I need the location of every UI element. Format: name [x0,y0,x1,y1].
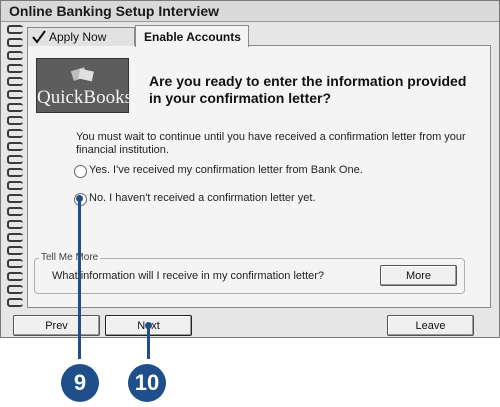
spiral-ring [5,101,25,112]
step-callout-9: 9 [61,364,99,402]
tab-enable-accounts[interactable]: Enable Accounts [135,25,249,47]
spiral-ring [5,140,25,151]
radio-received-letter[interactable] [74,165,87,178]
logo-text: QuickBooks [37,87,132,108]
option-label-no[interactable]: No. I haven't received a confirmation le… [89,192,316,204]
spiral-ring [5,49,25,60]
prev-button[interactable]: Prev [13,315,100,336]
tab-label: Enable Accounts [144,29,241,44]
option-label-yes[interactable]: Yes. I've received my confirmation lette… [89,164,363,176]
spiral-ring [5,270,25,281]
window-title: Online Banking Setup Interview [9,3,220,19]
spiral-ring [5,257,25,268]
spiral-ring [5,166,25,177]
leave-button-label: Leave [415,319,446,332]
info-text: You must wait to continue until you have… [76,131,466,156]
spiral-ring [5,153,25,164]
callout-10-leader [147,326,150,359]
spiral-ring [5,88,25,99]
spiral-ring [5,114,25,125]
spiral-ring [5,231,25,242]
callout-number: 10 [134,370,160,395]
tell-me-more-question: What information will I receive in my co… [52,270,325,282]
spiral-ring [5,192,25,203]
spiral-ring [5,62,25,73]
spiral-ring [5,244,25,255]
callout-number: 9 [73,370,87,395]
tab-label: Apply Now [49,30,107,44]
spiral-ring [5,205,25,216]
spiral-ring [5,127,25,138]
checkmark-icon [32,30,46,44]
tab-apply-now[interactable]: Apply Now [27,27,135,46]
more-button-label: More [405,269,432,282]
leave-button[interactable]: Leave [387,315,474,336]
callout-9-leader [78,197,81,359]
tell-me-more-legend: Tell Me More [39,252,101,263]
spiral-ring [5,179,25,190]
step-callout-10: 10 [128,364,166,402]
checks-icon [70,67,94,82]
spiral-ring [5,36,25,47]
title-bar: Online Banking Setup Interview [1,1,499,22]
spiral-ring [5,218,25,229]
prev-button-label: Prev [45,319,68,332]
more-button[interactable]: More [380,265,457,286]
interview-question: Are you ready to enter the information p… [149,73,467,106]
spiral-binding [5,23,27,309]
spiral-ring [5,296,25,307]
quickbooks-logo: QuickBooks [36,58,132,113]
spiral-ring [5,283,25,294]
spiral-ring [5,23,25,34]
spiral-ring [5,75,25,86]
